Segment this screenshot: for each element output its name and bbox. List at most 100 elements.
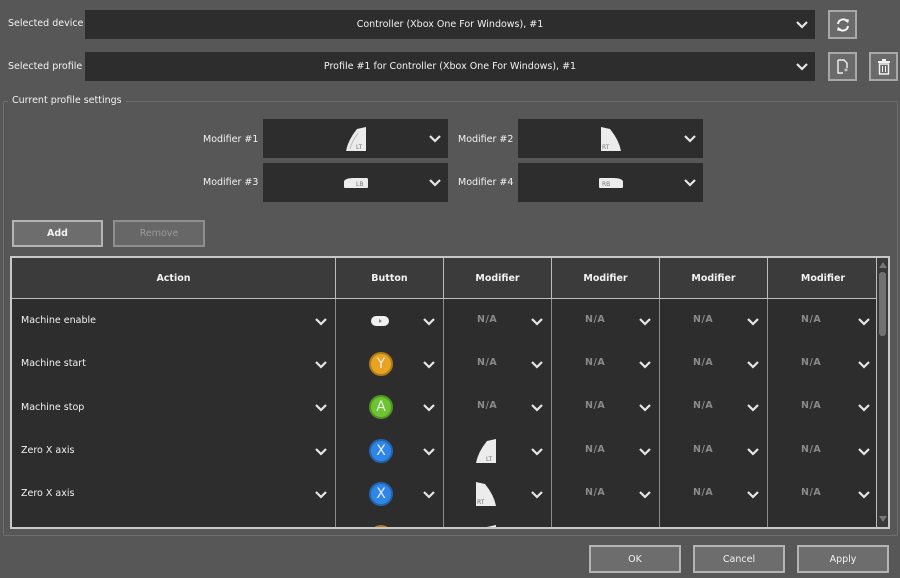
table-row: Machine stop A N/A N/A N/A N/A xyxy=(12,385,878,429)
table-row: Machine enable N/A N/A N/A N/A xyxy=(12,299,878,343)
header-button: Button xyxy=(336,258,444,299)
header-modifier-2: Modifier xyxy=(552,258,660,299)
modifier-2-select[interactable]: RT xyxy=(518,119,703,158)
action-value: Machine start xyxy=(21,358,86,370)
chevron-down-icon xyxy=(638,490,652,500)
x-button-icon: X xyxy=(369,438,393,463)
chevron-down-icon xyxy=(530,447,544,457)
modifier-select[interactable]: N/A xyxy=(444,385,552,429)
modifier-select[interactable] xyxy=(552,515,660,527)
apply-button[interactable]: Apply xyxy=(797,545,889,573)
modifier-select[interactable]: N/A xyxy=(552,428,660,473)
rt-trigger-icon: RT xyxy=(600,126,621,151)
chevron-down-icon xyxy=(746,447,760,457)
modifier-select[interactable]: N/A xyxy=(552,299,660,343)
chevron-down-icon xyxy=(857,403,871,413)
button-select[interactable]: A xyxy=(336,385,444,429)
chevron-down-icon xyxy=(428,178,442,188)
modifier-3-select[interactable]: LB xyxy=(263,163,448,202)
header-modifier-1: Modifier xyxy=(444,258,552,299)
modifier-select[interactable]: LT xyxy=(444,428,552,473)
action-select[interactable]: Zero X axis xyxy=(12,428,336,473)
modifier-select[interactable]: N/A xyxy=(660,472,768,516)
action-select[interactable]: Machine start xyxy=(12,342,336,386)
modifier-select[interactable]: N/A xyxy=(552,342,660,386)
button-select[interactable]: X xyxy=(336,472,444,516)
modifier-select[interactable]: N/A xyxy=(660,428,768,473)
action-value: Machine enable xyxy=(21,315,96,327)
modifier-select[interactable]: N/A xyxy=(660,299,768,343)
chevron-down-icon xyxy=(638,317,652,327)
header-modifier-4: Modifier xyxy=(800,273,846,284)
scroll-thumb[interactable] xyxy=(879,272,886,336)
chevron-down-icon xyxy=(314,360,328,370)
modifier-select[interactable] xyxy=(768,515,878,527)
selected-profile-label: Selected profile xyxy=(8,61,83,72)
modifier-select[interactable]: RT xyxy=(444,472,552,516)
modifier-value: N/A xyxy=(693,356,714,368)
profile-select-value: Profile #1 for Controller (Xbox One For … xyxy=(323,61,577,72)
device-select[interactable]: Controller (Xbox One For Windows), #1 xyxy=(85,10,815,39)
modifier-select[interactable]: N/A xyxy=(444,342,552,386)
a-button-icon: A xyxy=(369,395,393,420)
chevron-down-icon xyxy=(530,490,544,500)
modifier-select[interactable]: N/A xyxy=(768,299,878,342)
modifier-select[interactable]: N/A xyxy=(768,429,878,472)
modifier-1-select[interactable]: LT xyxy=(263,119,448,158)
chevron-down-icon xyxy=(428,134,442,144)
svg-text:LT: LT xyxy=(486,456,493,463)
button-select[interactable] xyxy=(336,299,444,343)
modifier-4-select[interactable]: RB xyxy=(518,163,703,202)
chevron-down-icon xyxy=(638,447,652,457)
modifier-value: N/A xyxy=(693,313,714,325)
action-select[interactable] xyxy=(12,515,336,527)
chevron-down-icon xyxy=(683,178,697,188)
modifier-select[interactable]: N/A xyxy=(768,472,878,515)
modifier-select[interactable]: N/A xyxy=(768,342,878,385)
svg-text:RT: RT xyxy=(477,499,485,506)
action-select[interactable]: Machine enable xyxy=(12,299,336,343)
chevron-down-icon xyxy=(795,20,809,30)
button-select[interactable]: Y xyxy=(336,515,444,527)
table-row: Y LT xyxy=(12,515,878,527)
refresh-device-button[interactable] xyxy=(828,10,857,39)
modifier-value: N/A xyxy=(585,443,606,455)
remove-button[interactable]: Remove xyxy=(113,220,205,247)
chevron-down-icon xyxy=(314,403,328,413)
chevron-down-icon xyxy=(857,360,871,370)
action-value: Zero X axis xyxy=(21,488,75,500)
modifier-select[interactable]: N/A xyxy=(552,472,660,516)
chevron-down-icon xyxy=(422,447,436,457)
table-scrollbar[interactable] xyxy=(876,258,888,527)
svg-text:LB: LB xyxy=(356,181,363,188)
new-profile-button[interactable]: * xyxy=(828,52,857,81)
modifier-value: N/A xyxy=(585,313,606,325)
modifier-select[interactable]: N/A xyxy=(552,385,660,429)
action-value: Zero X axis xyxy=(21,445,75,457)
button-select[interactable]: Y xyxy=(336,342,444,386)
modifier-value: N/A xyxy=(477,400,498,412)
modifier-select[interactable]: N/A xyxy=(660,385,768,429)
modifier-select[interactable]: N/A xyxy=(444,299,552,343)
modifier-select[interactable]: N/A xyxy=(768,386,878,429)
action-select[interactable]: Machine stop xyxy=(12,385,336,429)
chevron-down-icon xyxy=(530,317,544,327)
chevron-down-icon xyxy=(422,360,436,370)
modifier-1-label: Modifier #1 xyxy=(203,134,259,145)
table-row: Machine start Y N/A N/A N/A N/A xyxy=(12,342,878,386)
scroll-down-arrow-icon[interactable] xyxy=(879,516,887,522)
delete-profile-button[interactable] xyxy=(869,52,898,81)
cancel-button[interactable]: Cancel xyxy=(693,545,785,573)
chevron-down-icon xyxy=(422,403,436,413)
modifier-select[interactable]: N/A xyxy=(660,342,768,386)
ok-button[interactable]: OK xyxy=(589,545,681,573)
add-button[interactable]: Add xyxy=(12,220,103,247)
modifier-select[interactable] xyxy=(660,515,768,527)
refresh-icon xyxy=(836,17,849,32)
device-select-value: Controller (Xbox One For Windows), #1 xyxy=(356,19,544,30)
button-select[interactable]: X xyxy=(336,428,444,473)
modifier-select[interactable]: LT xyxy=(444,515,552,527)
action-select[interactable]: Zero X axis xyxy=(12,472,336,516)
scroll-up-arrow-icon[interactable] xyxy=(879,262,887,268)
profile-select[interactable]: Profile #1 for Controller (Xbox One For … xyxy=(85,52,815,81)
